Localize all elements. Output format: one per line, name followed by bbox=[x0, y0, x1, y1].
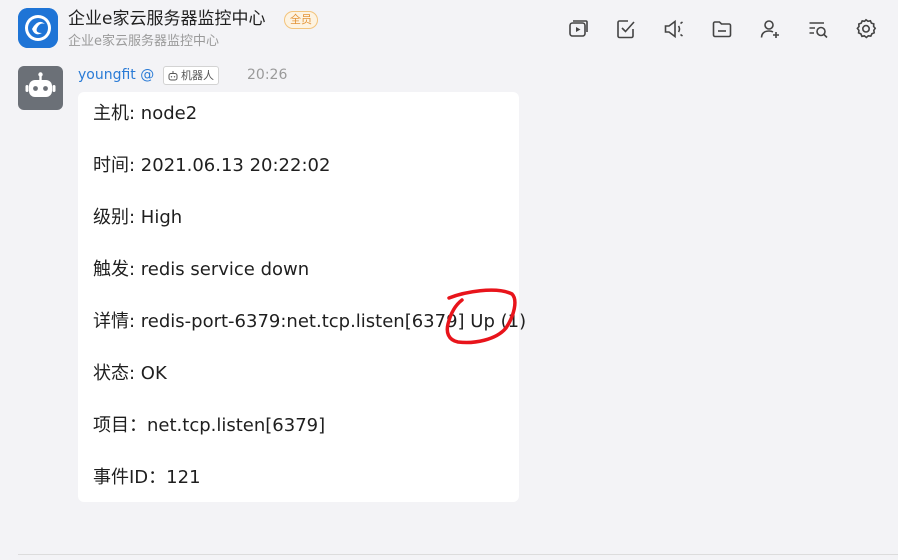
bot-tag-label: 机器人 bbox=[181, 69, 214, 82]
add-member-button[interactable] bbox=[746, 16, 794, 42]
chat-header: 企业e家云服务器监控中心 全员 企业e家云服务器监控中心 bbox=[0, 0, 898, 58]
message-bubble[interactable]: 主机: node2 时间: 2021.06.13 20:22:02 级别: Hi… bbox=[78, 92, 526, 502]
video-button[interactable] bbox=[554, 16, 602, 42]
task-button[interactable] bbox=[602, 16, 650, 42]
message-line-item: 项目：net.tcp.listen[6379] bbox=[93, 415, 326, 436]
message-line-status: 状态: OK bbox=[93, 363, 167, 384]
message-line-trigger: 触发: redis service down bbox=[93, 259, 310, 280]
header-toolbar bbox=[554, 16, 890, 42]
robot-tag-icon bbox=[168, 70, 178, 80]
message-line-time: 时间: 2021.06.13 20:22:02 bbox=[93, 155, 331, 176]
bot-avatar[interactable] bbox=[18, 66, 63, 110]
sender-name[interactable]: youngfit @ bbox=[78, 66, 154, 84]
robot-icon bbox=[25, 72, 56, 97]
message-line-level: 级别: High bbox=[93, 207, 183, 228]
bot-tag: 机器人 bbox=[163, 66, 219, 85]
search-history-icon bbox=[809, 22, 828, 39]
files-button[interactable] bbox=[698, 16, 746, 42]
all-members-badge: 全员 bbox=[284, 11, 318, 29]
group-subtitle: 企业e家云服务器监控中心 bbox=[68, 34, 219, 49]
announcement-button[interactable] bbox=[650, 16, 698, 42]
message-line-details: 详情: redis-port-6379:net.tcp.listen[6379]… bbox=[93, 311, 527, 332]
group-title: 企业e家云服务器监控中心 bbox=[68, 9, 266, 29]
input-divider bbox=[18, 554, 898, 555]
settings-icon bbox=[856, 18, 877, 39]
settings-button[interactable] bbox=[842, 16, 890, 42]
message-time: 20:26 bbox=[247, 67, 288, 83]
announcement-icon bbox=[664, 19, 683, 39]
add-member-icon bbox=[760, 20, 779, 38]
message-line-event-id: 事件ID：121 bbox=[93, 467, 201, 488]
group-avatar[interactable] bbox=[18, 8, 58, 48]
message-line-host: 主机: node2 bbox=[93, 103, 198, 124]
search-history-button[interactable] bbox=[794, 16, 842, 42]
task-check-icon bbox=[617, 20, 635, 39]
video-icon bbox=[569, 20, 588, 37]
folder-icon bbox=[712, 21, 732, 38]
